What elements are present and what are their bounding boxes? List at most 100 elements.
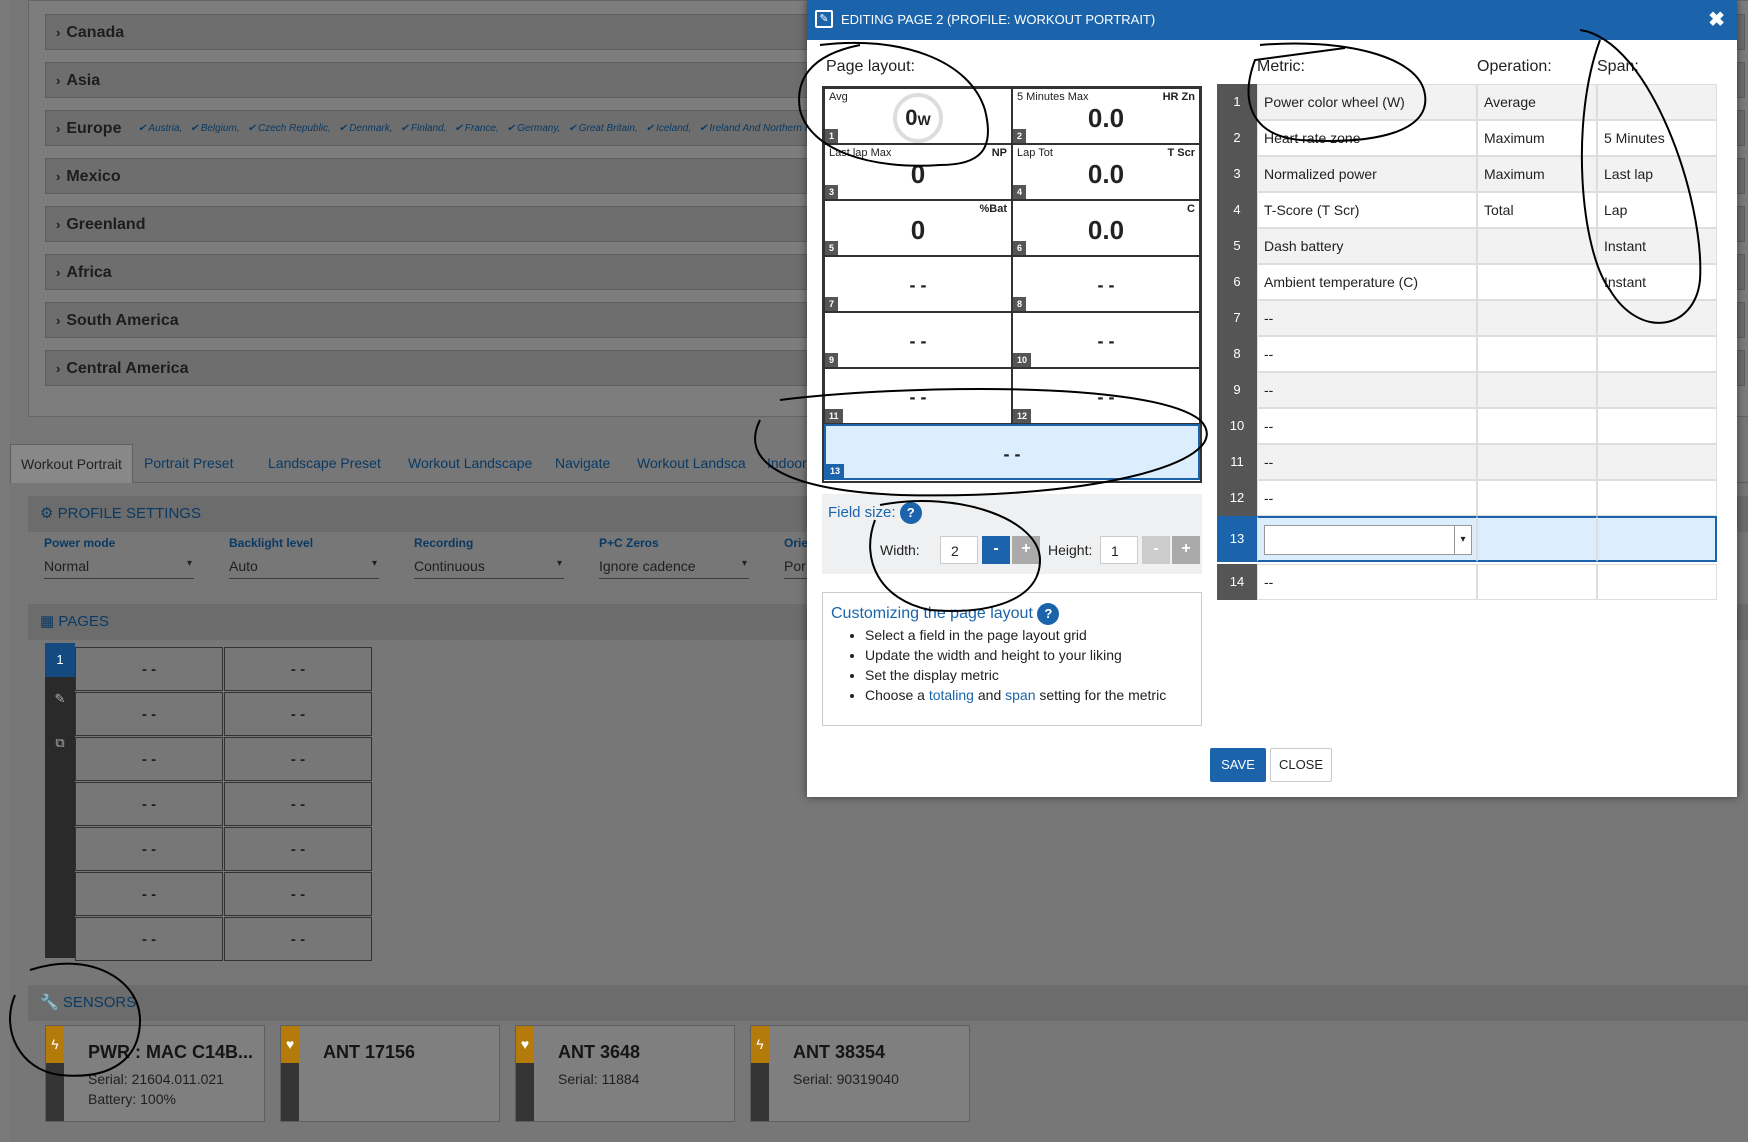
span-cell[interactable]: Instant [1597,264,1717,300]
metric-row-2[interactable]: 2 Heart rate zone Maximum 5 Minutes [1217,120,1720,156]
tab-1[interactable]: Portrait Preset [134,444,243,482]
metric-row-4[interactable]: 4 T-Score (T Scr) Total Lap [1217,192,1720,228]
metric-row-10[interactable]: 10 -- [1217,408,1720,444]
operation-cell[interactable]: Average [1477,84,1597,120]
page-cell[interactable]: - - [224,692,372,736]
operation-cell[interactable] [1477,564,1597,600]
page-cell[interactable]: - - [75,872,223,916]
page-cell[interactable]: - - [224,827,372,871]
page-number-badge[interactable]: 1 [45,643,75,677]
span-cell[interactable] [1597,336,1717,372]
metric-cell[interactable]: Normalized power [1257,156,1477,192]
sensors-header[interactable]: 🔧 SENSORS [28,985,1748,1021]
layout-field-11[interactable]: - - 11 [824,368,1012,424]
page-cell[interactable]: - - [75,782,223,826]
layout-field-3[interactable]: Last lap Max NP 0 3 [824,144,1012,200]
layout-field-5[interactable]: %Bat 0 5 [824,200,1012,256]
metric-row-9[interactable]: 9 -- [1217,372,1720,408]
totaling-link[interactable]: totaling [929,687,974,703]
span-cell[interactable] [1597,84,1717,120]
metric-row-12[interactable]: 12 -- [1217,480,1720,516]
span-link[interactable]: span [1005,687,1035,703]
save-button[interactable]: SAVE [1210,748,1266,782]
width-decrease-button[interactable]: - [982,536,1010,564]
tab-5[interactable]: Workout Landsca [627,444,756,482]
page-cell[interactable]: - - [75,827,223,871]
width-input[interactable]: 2 [940,536,978,564]
operation-cell[interactable] [1477,516,1597,562]
layout-field-4[interactable]: Lap Tot T Scr 0.0 4 [1012,144,1200,200]
span-cell[interactable] [1597,480,1717,516]
metric-cell[interactable]: -- [1257,336,1477,372]
sensor-card[interactable]: ♥ ANT 3648 Serial: 11884 [515,1025,735,1122]
span-cell[interactable] [1597,300,1717,336]
span-cell[interactable]: Last lap [1597,156,1717,192]
metric-row-11[interactable]: 11 -- [1217,444,1720,480]
operation-cell[interactable]: Total [1477,192,1597,228]
metric-select[interactable]: ▾ [1264,525,1472,555]
layout-field-8[interactable]: - - 8 [1012,256,1200,312]
metric-cell[interactable]: ▾ [1257,516,1477,562]
metric-cell[interactable]: Ambient temperature (C) [1257,264,1477,300]
tab-4[interactable]: Navigate [545,444,620,482]
close-button[interactable]: CLOSE [1270,748,1332,782]
operation-cell[interactable]: Maximum [1477,120,1597,156]
tab-2[interactable]: Landscape Preset [258,444,391,482]
copy-icon[interactable]: ⧉ [45,721,75,765]
close-icon[interactable]: ✖ [1708,0,1725,40]
metric-cell[interactable]: Dash battery [1257,228,1477,264]
layout-field-6[interactable]: C 0.0 6 [1012,200,1200,256]
height-increase-button[interactable]: + [1172,536,1200,564]
layout-field-1[interactable]: Avg 0W 1 [824,88,1012,144]
layout-field-12[interactable]: - - 12 [1012,368,1200,424]
page-cell[interactable]: - - [224,647,372,691]
span-cell[interactable] [1597,444,1717,480]
layout-field-2[interactable]: 5 Minutes Max HR Zn 0.0 2 [1012,88,1200,144]
metric-row-1[interactable]: 1 Power color wheel (W) Average [1217,84,1720,120]
help-icon[interactable]: ? [899,502,922,524]
operation-cell[interactable] [1477,408,1597,444]
metric-cell[interactable]: -- [1257,480,1477,516]
operation-cell[interactable] [1477,444,1597,480]
metric-cell[interactable]: T-Score (T Scr) [1257,192,1477,228]
setting-select[interactable]: Continuous ▾ [414,558,564,579]
help-icon[interactable]: ? [1037,603,1060,625]
layout-field-13[interactable]: - - 13 [824,424,1200,480]
page-cell[interactable]: - - [75,692,223,736]
width-increase-button[interactable]: + [1012,536,1040,564]
metric-cell[interactable]: -- [1257,564,1477,600]
span-cell[interactable]: Lap [1597,192,1717,228]
operation-cell[interactable] [1477,228,1597,264]
operation-cell[interactable] [1477,480,1597,516]
layout-field-10[interactable]: - - 10 [1012,312,1200,368]
height-decrease-button[interactable]: - [1142,536,1170,564]
sensor-card[interactable]: ϟ PWR : MAC C14B... Serial: 21604.011.021 B… [45,1025,265,1122]
span-cell[interactable]: 5 Minutes [1597,120,1717,156]
setting-select[interactable]: Ignore cadence ▾ [599,558,749,579]
metric-cell[interactable]: -- [1257,300,1477,336]
page-cell[interactable]: - - [224,917,372,961]
metric-cell[interactable]: Power color wheel (W) [1257,84,1477,120]
page-cell[interactable]: - - [75,647,223,691]
sensor-card[interactable]: ϟ ANT 38354 Serial: 90319040 [750,1025,970,1122]
metric-row-5[interactable]: 5 Dash battery Instant [1217,228,1720,264]
span-cell[interactable]: Instant [1597,228,1717,264]
metric-row-14[interactable]: 14 -- [1217,564,1720,600]
metric-cell[interactable]: -- [1257,372,1477,408]
layout-field-9[interactable]: - - 9 [824,312,1012,368]
metric-row-8[interactable]: 8 -- [1217,336,1720,372]
metric-cell[interactable]: -- [1257,408,1477,444]
metric-cell[interactable]: -- [1257,444,1477,480]
page-cell[interactable]: - - [224,737,372,781]
metric-row-6[interactable]: 6 Ambient temperature (C) Instant [1217,264,1720,300]
operation-cell[interactable] [1477,372,1597,408]
tab-0[interactable]: Workout Portrait [10,444,133,483]
span-cell[interactable] [1597,408,1717,444]
span-cell[interactable] [1597,564,1717,600]
tab-3[interactable]: Workout Landscape [398,444,542,482]
operation-cell[interactable]: Maximum [1477,156,1597,192]
setting-select[interactable]: Normal ▾ [44,558,194,579]
span-cell[interactable] [1597,516,1717,562]
page-cell[interactable]: - - [75,737,223,781]
operation-cell[interactable] [1477,264,1597,300]
